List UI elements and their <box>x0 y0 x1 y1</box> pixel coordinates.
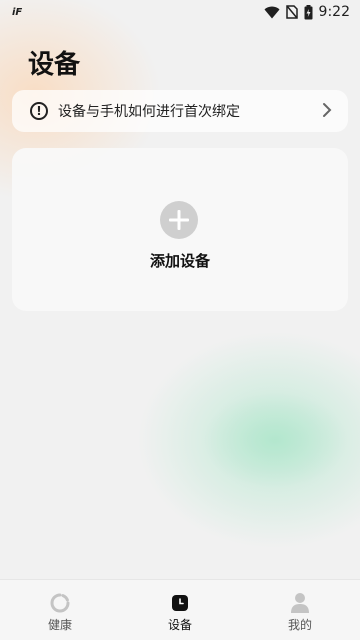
chevron-right-icon <box>322 101 332 121</box>
battery-charging-icon <box>304 4 313 20</box>
bottom-tab-bar: 健康 设备 我的 <box>0 579 360 640</box>
plus-icon <box>160 201 198 239</box>
page-title: 设备 <box>28 50 81 80</box>
binding-help-card[interactable]: ! 设备与手机如何进行首次绑定 <box>12 90 348 132</box>
tab-health[interactable]: 健康 <box>0 580 120 640</box>
carrier-badge: iF <box>12 6 23 18</box>
tab-device-label: 设备 <box>167 618 192 632</box>
tab-mine-label: 我的 <box>287 618 312 632</box>
add-device-card[interactable]: 添加设备 <box>12 148 348 311</box>
clock: 9:22 <box>318 4 350 20</box>
tab-device[interactable]: 设备 <box>120 580 240 640</box>
health-ring-icon <box>49 592 71 614</box>
binding-help-text: 设备与手机如何进行首次绑定 <box>58 104 240 120</box>
status-bar: iF 9:22 <box>0 0 360 24</box>
no-sim-icon <box>285 5 298 19</box>
status-icons: 9:22 <box>264 4 350 20</box>
watch-icon <box>169 592 191 614</box>
person-icon <box>289 592 311 614</box>
info-icon: ! <box>30 102 48 120</box>
add-device-label: 添加设备 <box>149 252 210 270</box>
wifi-icon <box>264 6 280 19</box>
tab-mine[interactable]: 我的 <box>240 580 360 640</box>
tab-health-label: 健康 <box>47 618 72 632</box>
